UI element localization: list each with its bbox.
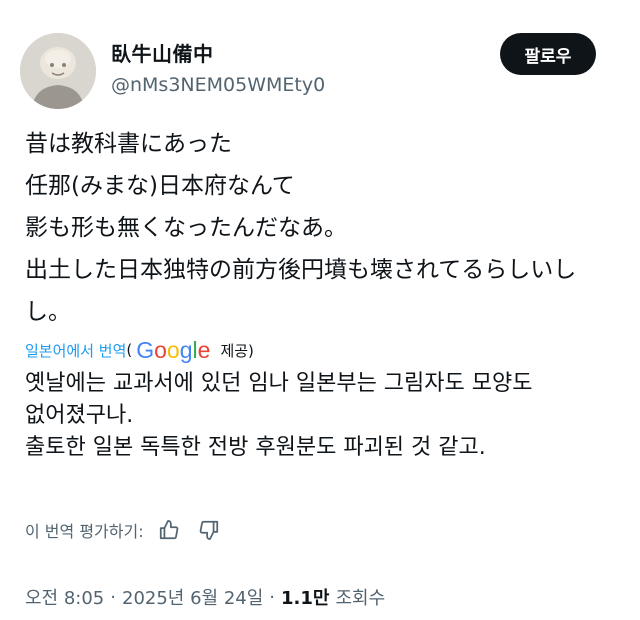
avatar-image — [20, 33, 96, 109]
translated-text-line: 없어졌구나. — [25, 403, 134, 428]
separator-dot: · — [269, 586, 276, 608]
google-logo: Google — [136, 336, 211, 363]
views-count[interactable]: 1.1만 — [281, 584, 329, 610]
paren: ( — [126, 341, 133, 359]
translated-text: 옛날에는 교과서에 있던 임나 일본부는 그림자도 모양도 없어졌구나. 출토한… — [25, 368, 625, 464]
translation-attribution: 일본어에서 번역 ( Google 제공) — [25, 335, 254, 365]
tweet-date[interactable]: 2025년 6월 24일 — [122, 584, 263, 610]
tweet-text: 昔は教科書にあった 任那(みまな)日本府なんて 影も形も無くなったんだなあ。 出… — [25, 123, 625, 333]
tweet-text-line: 昔は教科書にあった — [25, 131, 232, 157]
tweet-time[interactable]: 오전 8:05 — [25, 584, 104, 610]
tweet-text-line: 任那(みまな)日本府なんて — [25, 173, 295, 199]
tweet-meta: 오전 8:05 · 2025년 6월 24일 · 1.1만 조회수 — [25, 583, 385, 611]
display-name[interactable]: 臥牛山備中 — [111, 38, 214, 67]
follow-button[interactable]: 팔로우 — [500, 33, 596, 75]
provided-label: 제공) — [220, 341, 254, 360]
translated-text-line: 출토한 일본 독특한 전방 후원분도 파괴된 것 같고. — [25, 435, 486, 460]
tweet-text-line: 出土した日本独特の前方後円墳も壊されてるらしいし — [25, 257, 577, 283]
separator-dot: · — [110, 586, 116, 608]
tweet-text-line: し。 — [25, 299, 71, 325]
thumbs-down-icon[interactable] — [196, 517, 222, 543]
translation-source-link[interactable]: 일본어에서 번역 — [25, 340, 126, 361]
avatar[interactable] — [20, 33, 96, 109]
translated-text-line: 옛날에는 교과서에 있던 임나 일본부는 그림자도 모양도 — [25, 371, 533, 396]
tweet-text-line: 影も形も無くなったんだなあ。 — [25, 215, 347, 241]
thumbs-up-icon[interactable] — [156, 517, 182, 543]
views-label: 조회수 — [335, 588, 386, 609]
user-handle[interactable]: @nMs3NEM05WMEty0 — [111, 74, 325, 96]
rate-translation: 이 번역 평가하기: — [25, 515, 236, 545]
rate-translation-label: 이 번역 평가하기: — [25, 522, 144, 541]
